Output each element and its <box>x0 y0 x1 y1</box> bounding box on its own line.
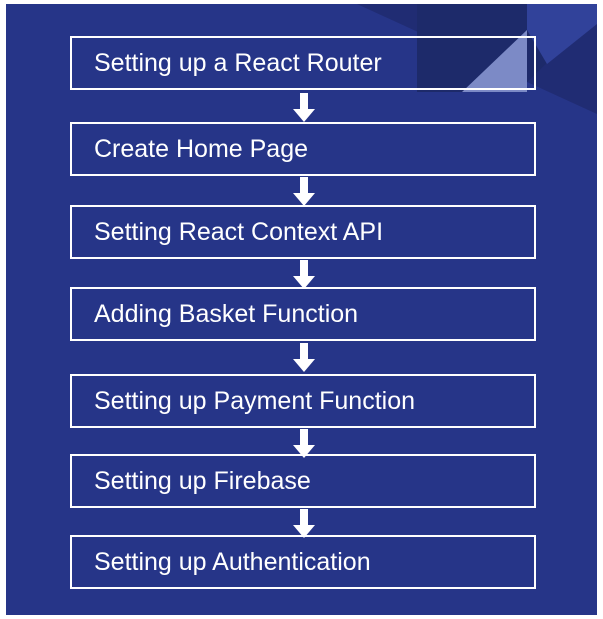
step-label: Setting up Authentication <box>94 547 371 576</box>
step-label: Adding Basket Function <box>94 299 359 328</box>
step-label: Setting up Payment Function <box>94 386 416 415</box>
step-label: Create Home Page <box>94 134 309 163</box>
flowchart-panel: Setting up a React Router Create Home Pa… <box>6 4 597 615</box>
step-setting-up-firebase: Setting up Firebase <box>70 454 536 508</box>
arrow-down-icon <box>293 509 315 538</box>
step-label: Setting up a React Router <box>94 48 382 77</box>
step-create-home-page: Create Home Page <box>70 122 536 176</box>
arrow-down-icon <box>293 93 315 122</box>
arrow-down-icon <box>293 343 315 372</box>
arrow-down-icon <box>293 260 315 289</box>
step-setting-up-react-router: Setting up a React Router <box>70 36 536 90</box>
arrow-down-icon <box>293 177 315 206</box>
step-setting-react-context-api: Setting React Context API <box>70 205 536 259</box>
step-setting-up-authentication: Setting up Authentication <box>70 535 536 589</box>
step-setting-up-payment-function: Setting up Payment Function <box>70 374 536 428</box>
step-label: Setting up Firebase <box>94 466 311 495</box>
step-label: Setting React Context API <box>94 217 384 246</box>
step-adding-basket-function: Adding Basket Function <box>70 287 536 341</box>
